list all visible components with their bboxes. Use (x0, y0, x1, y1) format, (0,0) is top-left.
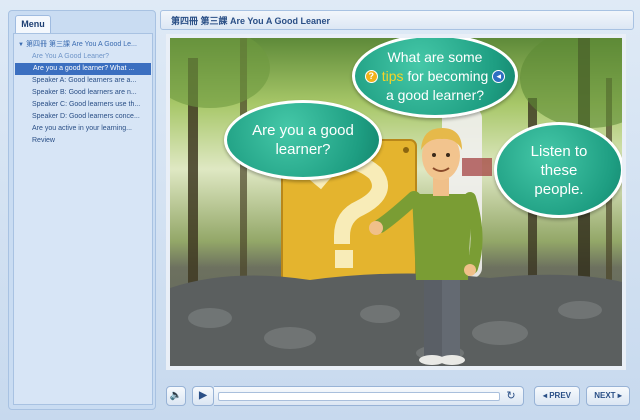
menu-item-lesson-root[interactable]: ▼ 第四冊 第三課 Are You A Good Le... (14, 39, 152, 51)
bubble-right-line2: these (540, 161, 578, 179)
expand-triangle-icon[interactable]: ▼ (18, 39, 26, 51)
replay-icon[interactable]: ↻ (504, 389, 518, 403)
menu-item-title-slide[interactable]: Are You A Good Leaner? (14, 51, 152, 63)
seek-bar[interactable] (218, 392, 500, 401)
menu-item-label: 第四冊 第三課 Are You A Good Le... (26, 41, 137, 48)
bubble-right-line3: people. (534, 180, 584, 198)
bubble-top-line3: a good learner? (385, 86, 485, 103)
play-button[interactable]: ▶ (192, 386, 214, 406)
menu-item-speaker-b[interactable]: Speaker B: Good learners are n... (14, 87, 152, 99)
speech-bubble-listen: Listen to these people. (494, 122, 622, 218)
tips-highlight: tips (381, 67, 404, 84)
speech-bubble-tips: What are some ? tips for becoming ◂ a go… (352, 38, 518, 118)
sidebar: Menu ▼ 第四冊 第三課 Are You A Good Le... Are Y… (8, 10, 156, 410)
menu-item-active-learning[interactable]: Are you active in your learning... (14, 123, 152, 135)
bubble-top-line2-rest: for becoming (403, 67, 489, 84)
slide-title: 第四冊 第三課 Are You A Good Leaner (171, 16, 331, 26)
menu-item-speaker-c[interactable]: Speaker C: Good learners use th... (14, 99, 152, 111)
seek-bar-container: ↻ (214, 386, 524, 406)
menu-item-review[interactable]: Review (14, 135, 152, 147)
bubble-left-line1: Are you a good (252, 122, 354, 139)
prev-button[interactable]: ◂ PREV (534, 386, 580, 406)
menu-list: ▼ 第四冊 第三課 Are You A Good Le... Are You A … (13, 33, 153, 405)
menu-item-current[interactable]: Are you a good learner? What ... (15, 63, 151, 75)
slide-header: 第四冊 第三課 Are You A Good Leaner (160, 10, 634, 30)
menu-item-speaker-d[interactable]: Speaker D: Good learners conce... (14, 111, 152, 123)
bubble-top-line1: What are some (387, 48, 483, 65)
slide-stage: Are you a good learner? What are some ? … (166, 34, 626, 370)
speech-bubble-question: Are you a good learner? (224, 100, 382, 180)
bubble-right-line1: Listen to (530, 142, 588, 160)
menu-tab[interactable]: Menu (15, 15, 51, 33)
bubble-left-line2: learner? (275, 141, 331, 158)
arrow-left-icon[interactable]: ◂ (492, 70, 506, 84)
menu-item-speaker-a[interactable]: Speaker A: Good learners are a... (14, 75, 152, 87)
question-mark-icon[interactable]: ? (364, 70, 378, 84)
player-controls: 🔈 ▶ ↻ ◂ PREV NEXT ▸ (160, 382, 634, 412)
volume-icon[interactable]: 🔈 (166, 386, 186, 406)
next-button[interactable]: NEXT ▸ (586, 386, 630, 406)
